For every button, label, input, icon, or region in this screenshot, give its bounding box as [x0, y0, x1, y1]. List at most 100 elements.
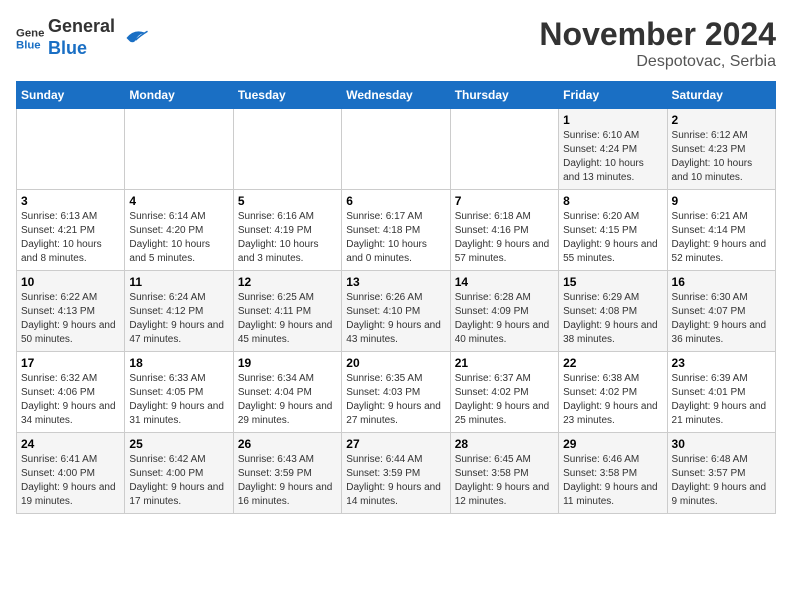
- day-number: 10: [21, 275, 120, 289]
- weekday-header-saturday: Saturday: [667, 82, 775, 109]
- day-info: Sunrise: 6:33 AM Sunset: 4:05 PM Dayligh…: [129, 372, 228, 428]
- calendar-week-5: 24 Sunrise: 6:41 AM Sunset: 4:00 PM Dayli…: [17, 433, 776, 514]
- day-number: 2: [672, 113, 771, 127]
- weekday-header-tuesday: Tuesday: [233, 82, 341, 109]
- logo-general-text: General: [48, 16, 115, 38]
- page-title: November 2024: [539, 16, 776, 53]
- day-info: Sunrise: 6:44 AM Sunset: 3:59 PM Dayligh…: [346, 453, 445, 509]
- calendar-cell: 13 Sunrise: 6:26 AM Sunset: 4:10 PM Dayli…: [342, 271, 450, 352]
- weekday-header-row: SundayMondayTuesdayWednesdayThursdayFrid…: [17, 82, 776, 109]
- day-number: 5: [238, 194, 337, 208]
- day-number: 6: [346, 194, 445, 208]
- calendar-cell: 12 Sunrise: 6:25 AM Sunset: 4:11 PM Dayli…: [233, 271, 341, 352]
- calendar-cell: 8Sunrise: 6:20 AM Sunset: 4:15 PM Daylig…: [559, 190, 667, 271]
- logo-icon: General Blue: [16, 24, 44, 52]
- day-info: Sunrise: 6:29 AM Sunset: 4:08 PM Dayligh…: [563, 291, 662, 347]
- calendar-cell: 16 Sunrise: 6:30 AM Sunset: 4:07 PM Dayli…: [667, 271, 775, 352]
- calendar-header: SundayMondayTuesdayWednesdayThursdayFrid…: [17, 82, 776, 109]
- day-number: 11: [129, 275, 228, 289]
- day-info: Sunrise: 6:28 AM Sunset: 4:09 PM Dayligh…: [455, 291, 554, 347]
- calendar-cell: 21Sunrise: 6:37 AM Sunset: 4:02 PM Dayli…: [450, 352, 558, 433]
- day-number: 29: [563, 437, 662, 451]
- day-info: Sunrise: 6:13 AM Sunset: 4:21 PM Dayligh…: [21, 210, 120, 266]
- day-number: 12: [238, 275, 337, 289]
- page-header: General Blue General Blue November 2024 …: [16, 16, 776, 71]
- calendar-cell: 19Sunrise: 6:34 AM Sunset: 4:04 PM Dayli…: [233, 352, 341, 433]
- calendar-cell: 22 Sunrise: 6:38 AM Sunset: 4:02 PM Dayli…: [559, 352, 667, 433]
- day-info: Sunrise: 6:35 AM Sunset: 4:03 PM Dayligh…: [346, 372, 445, 428]
- calendar-cell: 24 Sunrise: 6:41 AM Sunset: 4:00 PM Dayli…: [17, 433, 125, 514]
- day-number: 9: [672, 194, 771, 208]
- weekday-header-sunday: Sunday: [17, 82, 125, 109]
- day-number: 16: [672, 275, 771, 289]
- day-info: Sunrise: 6:22 AM Sunset: 4:13 PM Dayligh…: [21, 291, 120, 347]
- day-number: 14: [455, 275, 554, 289]
- svg-text:Blue: Blue: [16, 39, 41, 51]
- logo-blue-text: Blue: [48, 38, 115, 60]
- calendar-cell: [17, 109, 125, 190]
- day-info: Sunrise: 6:45 AM Sunset: 3:58 PM Dayligh…: [455, 453, 554, 509]
- day-info: Sunrise: 6:38 AM Sunset: 4:02 PM Dayligh…: [563, 372, 662, 428]
- day-info: Sunrise: 6:48 AM Sunset: 3:57 PM Dayligh…: [672, 453, 771, 509]
- calendar-cell: 7Sunrise: 6:18 AM Sunset: 4:16 PM Daylig…: [450, 190, 558, 271]
- day-info: Sunrise: 6:42 AM Sunset: 4:00 PM Dayligh…: [129, 453, 228, 509]
- day-info: Sunrise: 6:14 AM Sunset: 4:20 PM Dayligh…: [129, 210, 228, 266]
- calendar-week-2: 3 Sunrise: 6:13 AM Sunset: 4:21 PM Daylig…: [17, 190, 776, 271]
- calendar-cell: 30 Sunrise: 6:48 AM Sunset: 3:57 PM Dayli…: [667, 433, 775, 514]
- calendar-cell: 18 Sunrise: 6:33 AM Sunset: 4:05 PM Dayli…: [125, 352, 233, 433]
- day-info: Sunrise: 6:34 AM Sunset: 4:04 PM Dayligh…: [238, 372, 337, 428]
- calendar-cell: 23Sunrise: 6:39 AM Sunset: 4:01 PM Dayli…: [667, 352, 775, 433]
- day-number: 17: [21, 356, 120, 370]
- day-number: 1: [563, 113, 662, 127]
- day-number: 30: [672, 437, 771, 451]
- day-number: 13: [346, 275, 445, 289]
- calendar-cell: 3 Sunrise: 6:13 AM Sunset: 4:21 PM Daylig…: [17, 190, 125, 271]
- day-number: 15: [563, 275, 662, 289]
- calendar-cell: 25Sunrise: 6:42 AM Sunset: 4:00 PM Dayli…: [125, 433, 233, 514]
- calendar-cell: 6Sunrise: 6:17 AM Sunset: 4:18 PM Daylig…: [342, 190, 450, 271]
- calendar-cell: 26 Sunrise: 6:43 AM Sunset: 3:59 PM Dayli…: [233, 433, 341, 514]
- day-info: Sunrise: 6:24 AM Sunset: 4:12 PM Dayligh…: [129, 291, 228, 347]
- title-block: November 2024 Despotovac, Serbia: [539, 16, 776, 71]
- calendar-cell: [233, 109, 341, 190]
- weekday-header-wednesday: Wednesday: [342, 82, 450, 109]
- calendar-cell: 4 Sunrise: 6:14 AM Sunset: 4:20 PM Daylig…: [125, 190, 233, 271]
- calendar-week-1: 1Sunrise: 6:10 AM Sunset: 4:24 PM Daylig…: [17, 109, 776, 190]
- day-number: 7: [455, 194, 554, 208]
- calendar-week-4: 17 Sunrise: 6:32 AM Sunset: 4:06 PM Dayli…: [17, 352, 776, 433]
- calendar-cell: 20 Sunrise: 6:35 AM Sunset: 4:03 PM Dayli…: [342, 352, 450, 433]
- day-number: 4: [129, 194, 228, 208]
- calendar-cell: 28Sunrise: 6:45 AM Sunset: 3:58 PM Dayli…: [450, 433, 558, 514]
- page-subtitle: Despotovac, Serbia: [539, 53, 776, 71]
- day-info: Sunrise: 6:26 AM Sunset: 4:10 PM Dayligh…: [346, 291, 445, 347]
- calendar-cell: 9 Sunrise: 6:21 AM Sunset: 4:14 PM Daylig…: [667, 190, 775, 271]
- calendar-cell: 15 Sunrise: 6:29 AM Sunset: 4:08 PM Dayli…: [559, 271, 667, 352]
- day-number: 26: [238, 437, 337, 451]
- day-number: 23: [672, 356, 771, 370]
- day-info: Sunrise: 6:25 AM Sunset: 4:11 PM Dayligh…: [238, 291, 337, 347]
- day-info: Sunrise: 6:16 AM Sunset: 4:19 PM Dayligh…: [238, 210, 337, 266]
- day-number: 27: [346, 437, 445, 451]
- calendar-table: SundayMondayTuesdayWednesdayThursdayFrid…: [16, 81, 776, 514]
- weekday-header-monday: Monday: [125, 82, 233, 109]
- calendar-cell: 29 Sunrise: 6:46 AM Sunset: 3:58 PM Dayli…: [559, 433, 667, 514]
- day-info: Sunrise: 6:46 AM Sunset: 3:58 PM Dayligh…: [563, 453, 662, 509]
- day-info: Sunrise: 6:30 AM Sunset: 4:07 PM Dayligh…: [672, 291, 771, 347]
- day-number: 3: [21, 194, 120, 208]
- day-info: Sunrise: 6:32 AM Sunset: 4:06 PM Dayligh…: [21, 372, 120, 428]
- calendar-cell: 5 Sunrise: 6:16 AM Sunset: 4:19 PM Daylig…: [233, 190, 341, 271]
- day-info: Sunrise: 6:43 AM Sunset: 3:59 PM Dayligh…: [238, 453, 337, 509]
- calendar-cell: 17 Sunrise: 6:32 AM Sunset: 4:06 PM Dayli…: [17, 352, 125, 433]
- calendar-cell: 14 Sunrise: 6:28 AM Sunset: 4:09 PM Dayli…: [450, 271, 558, 352]
- svg-text:General: General: [16, 27, 44, 39]
- day-info: Sunrise: 6:21 AM Sunset: 4:14 PM Dayligh…: [672, 210, 771, 266]
- day-number: 20: [346, 356, 445, 370]
- day-number: 22: [563, 356, 662, 370]
- day-number: 18: [129, 356, 228, 370]
- calendar-body: 1Sunrise: 6:10 AM Sunset: 4:24 PM Daylig…: [17, 109, 776, 514]
- day-info: Sunrise: 6:41 AM Sunset: 4:00 PM Dayligh…: [21, 453, 120, 509]
- calendar-cell: 1Sunrise: 6:10 AM Sunset: 4:24 PM Daylig…: [559, 109, 667, 190]
- logo-bird-icon: [119, 23, 149, 53]
- weekday-header-friday: Friday: [559, 82, 667, 109]
- day-number: 24: [21, 437, 120, 451]
